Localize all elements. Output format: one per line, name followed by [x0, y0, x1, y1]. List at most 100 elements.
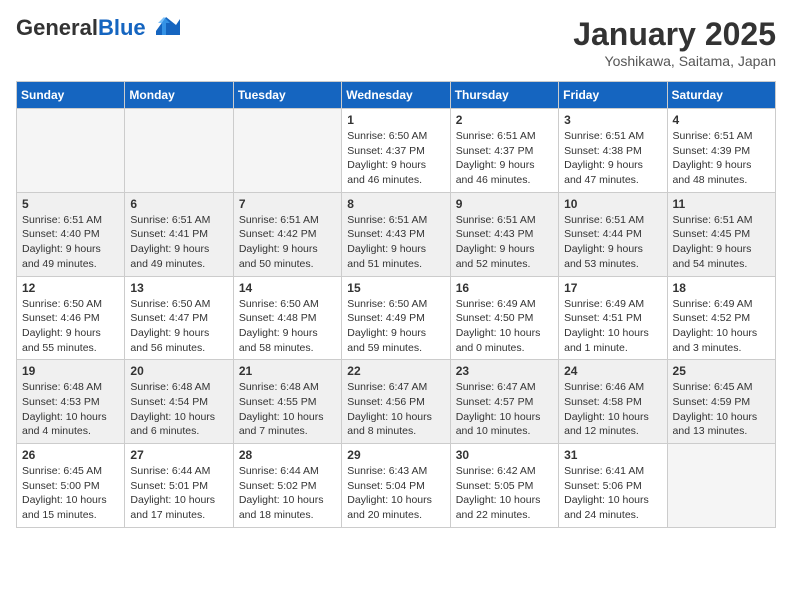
- calendar-cell: 3 Sunrise: 6:51 AM Sunset: 4:38 PM Daylig…: [559, 109, 667, 193]
- day-detail: Sunrise: 6:51 AM Sunset: 4:38 PM Dayligh…: [564, 129, 661, 188]
- calendar-cell: 31 Sunrise: 6:41 AM Sunset: 5:06 PM Dayli…: [559, 444, 667, 528]
- calendar-cell: 8 Sunrise: 6:51 AM Sunset: 4:43 PM Daylig…: [342, 192, 450, 276]
- logo-blue: Blue: [98, 15, 146, 40]
- day-detail: Sunrise: 6:51 AM Sunset: 4:41 PM Dayligh…: [130, 213, 227, 272]
- weekday-header-thursday: Thursday: [450, 82, 558, 109]
- day-detail: Sunrise: 6:51 AM Sunset: 4:39 PM Dayligh…: [673, 129, 770, 188]
- day-number: 18: [673, 281, 770, 295]
- day-number: 15: [347, 281, 444, 295]
- day-number: 2: [456, 113, 553, 127]
- calendar-cell: 28Sunrise: 6:44 AM Sunset: 5:02 PM Dayli…: [233, 444, 341, 528]
- day-number: 20: [130, 364, 227, 378]
- day-number: 3: [564, 113, 661, 127]
- day-detail: Sunrise: 6:44 AM Sunset: 5:01 PM Dayligh…: [130, 464, 227, 523]
- weekday-header-sunday: Sunday: [17, 82, 125, 109]
- day-detail: Sunrise: 6:50 AM Sunset: 4:49 PM Dayligh…: [347, 297, 444, 356]
- calendar-cell: 1 Sunrise: 6:50 AM Sunset: 4:37 PM Daylig…: [342, 109, 450, 193]
- day-number: 30: [456, 448, 553, 462]
- day-detail: Sunrise: 6:51 AM Sunset: 4:42 PM Dayligh…: [239, 213, 336, 272]
- day-detail: Sunrise: 6:51 AM Sunset: 4:43 PM Dayligh…: [456, 213, 553, 272]
- day-number: 4: [673, 113, 770, 127]
- logo-text: GeneralBlue: [16, 16, 146, 40]
- day-number: 7: [239, 197, 336, 211]
- day-number: 29: [347, 448, 444, 462]
- day-detail: Sunrise: 6:46 AM Sunset: 4:58 PM Dayligh…: [564, 380, 661, 439]
- calendar-cell: [125, 109, 233, 193]
- weekday-header-tuesday: Tuesday: [233, 82, 341, 109]
- day-number: 5: [22, 197, 119, 211]
- day-detail: Sunrise: 6:51 AM Sunset: 4:43 PM Dayligh…: [347, 213, 444, 272]
- month-title: January 2025: [573, 16, 776, 53]
- day-detail: Sunrise: 6:49 AM Sunset: 4:50 PM Dayligh…: [456, 297, 553, 356]
- day-number: 8: [347, 197, 444, 211]
- day-detail: Sunrise: 6:48 AM Sunset: 4:53 PM Dayligh…: [22, 380, 119, 439]
- day-detail: Sunrise: 6:51 AM Sunset: 4:37 PM Dayligh…: [456, 129, 553, 188]
- calendar-cell: 23 Sunrise: 6:47 AM Sunset: 4:57 PM Dayli…: [450, 360, 558, 444]
- day-detail: Sunrise: 6:47 AM Sunset: 4:56 PM Dayligh…: [347, 380, 444, 439]
- day-detail: Sunrise: 6:51 AM Sunset: 4:40 PM Dayligh…: [22, 213, 119, 272]
- weekday-header-wednesday: Wednesday: [342, 82, 450, 109]
- location: Yoshikawa, Saitama, Japan: [573, 53, 776, 69]
- day-detail: Sunrise: 6:51 AM Sunset: 4:44 PM Dayligh…: [564, 213, 661, 272]
- day-number: 14: [239, 281, 336, 295]
- calendar-cell: 15 Sunrise: 6:50 AM Sunset: 4:49 PM Dayli…: [342, 276, 450, 360]
- calendar-cell: [17, 109, 125, 193]
- calendar-week-row: 5 Sunrise: 6:51 AM Sunset: 4:40 PM Daylig…: [17, 192, 776, 276]
- day-number: 26: [22, 448, 119, 462]
- day-detail: Sunrise: 6:42 AM Sunset: 5:05 PM Dayligh…: [456, 464, 553, 523]
- day-detail: Sunrise: 6:47 AM Sunset: 4:57 PM Dayligh…: [456, 380, 553, 439]
- weekday-header-monday: Monday: [125, 82, 233, 109]
- day-number: 24: [564, 364, 661, 378]
- day-number: 12: [22, 281, 119, 295]
- calendar-cell: 18Sunrise: 6:49 AM Sunset: 4:52 PM Dayli…: [667, 276, 775, 360]
- day-detail: Sunrise: 6:43 AM Sunset: 5:04 PM Dayligh…: [347, 464, 444, 523]
- calendar-week-row: 19 Sunrise: 6:48 AM Sunset: 4:53 PM Dayli…: [17, 360, 776, 444]
- day-detail: Sunrise: 6:50 AM Sunset: 4:47 PM Dayligh…: [130, 297, 227, 356]
- day-detail: Sunrise: 6:50 AM Sunset: 4:37 PM Dayligh…: [347, 129, 444, 188]
- day-detail: Sunrise: 6:50 AM Sunset: 4:46 PM Dayligh…: [22, 297, 119, 356]
- day-detail: Sunrise: 6:48 AM Sunset: 4:55 PM Dayligh…: [239, 380, 336, 439]
- calendar-cell: 17Sunrise: 6:49 AM Sunset: 4:51 PM Dayli…: [559, 276, 667, 360]
- calendar-cell: 7 Sunrise: 6:51 AM Sunset: 4:42 PM Daylig…: [233, 192, 341, 276]
- calendar-cell: 30 Sunrise: 6:42 AM Sunset: 5:05 PM Dayli…: [450, 444, 558, 528]
- day-number: 28: [239, 448, 336, 462]
- calendar-table: SundayMondayTuesdayWednesdayThursdayFrid…: [16, 81, 776, 528]
- calendar-cell: 13Sunrise: 6:50 AM Sunset: 4:47 PM Dayli…: [125, 276, 233, 360]
- weekday-header-saturday: Saturday: [667, 82, 775, 109]
- day-number: 21: [239, 364, 336, 378]
- day-number: 22: [347, 364, 444, 378]
- weekday-header-friday: Friday: [559, 82, 667, 109]
- day-number: 11: [673, 197, 770, 211]
- calendar-cell: 24 Sunrise: 6:46 AM Sunset: 4:58 PM Dayli…: [559, 360, 667, 444]
- calendar-cell: 5 Sunrise: 6:51 AM Sunset: 4:40 PM Daylig…: [17, 192, 125, 276]
- day-detail: Sunrise: 6:45 AM Sunset: 5:00 PM Dayligh…: [22, 464, 119, 523]
- day-detail: Sunrise: 6:50 AM Sunset: 4:48 PM Dayligh…: [239, 297, 336, 356]
- day-number: 31: [564, 448, 661, 462]
- calendar-cell: 21 Sunrise: 6:48 AM Sunset: 4:55 PM Dayli…: [233, 360, 341, 444]
- calendar-cell: 27 Sunrise: 6:44 AM Sunset: 5:01 PM Dayli…: [125, 444, 233, 528]
- day-number: 27: [130, 448, 227, 462]
- day-number: 25: [673, 364, 770, 378]
- day-number: 16: [456, 281, 553, 295]
- day-detail: Sunrise: 6:41 AM Sunset: 5:06 PM Dayligh…: [564, 464, 661, 523]
- title-block: January 2025 Yoshikawa, Saitama, Japan: [573, 16, 776, 69]
- day-number: 17: [564, 281, 661, 295]
- calendar-week-row: 1 Sunrise: 6:50 AM Sunset: 4:37 PM Daylig…: [17, 109, 776, 193]
- logo-icon: [148, 13, 180, 35]
- day-number: 23: [456, 364, 553, 378]
- weekday-header-row: SundayMondayTuesdayWednesdayThursdayFrid…: [17, 82, 776, 109]
- day-number: 9: [456, 197, 553, 211]
- calendar-week-row: 26 Sunrise: 6:45 AM Sunset: 5:00 PM Dayli…: [17, 444, 776, 528]
- calendar-cell: 14 Sunrise: 6:50 AM Sunset: 4:48 PM Dayli…: [233, 276, 341, 360]
- day-number: 10: [564, 197, 661, 211]
- day-number: 6: [130, 197, 227, 211]
- calendar-cell: 16 Sunrise: 6:49 AM Sunset: 4:50 PM Dayli…: [450, 276, 558, 360]
- day-number: 1: [347, 113, 444, 127]
- day-number: 19: [22, 364, 119, 378]
- calendar-cell: 29 Sunrise: 6:43 AM Sunset: 5:04 PM Dayli…: [342, 444, 450, 528]
- calendar-cell: 10 Sunrise: 6:51 AM Sunset: 4:44 PM Dayli…: [559, 192, 667, 276]
- calendar-cell: 20Sunrise: 6:48 AM Sunset: 4:54 PM Dayli…: [125, 360, 233, 444]
- calendar-cell: [667, 444, 775, 528]
- calendar-cell: 4 Sunrise: 6:51 AM Sunset: 4:39 PM Daylig…: [667, 109, 775, 193]
- day-detail: Sunrise: 6:45 AM Sunset: 4:59 PM Dayligh…: [673, 380, 770, 439]
